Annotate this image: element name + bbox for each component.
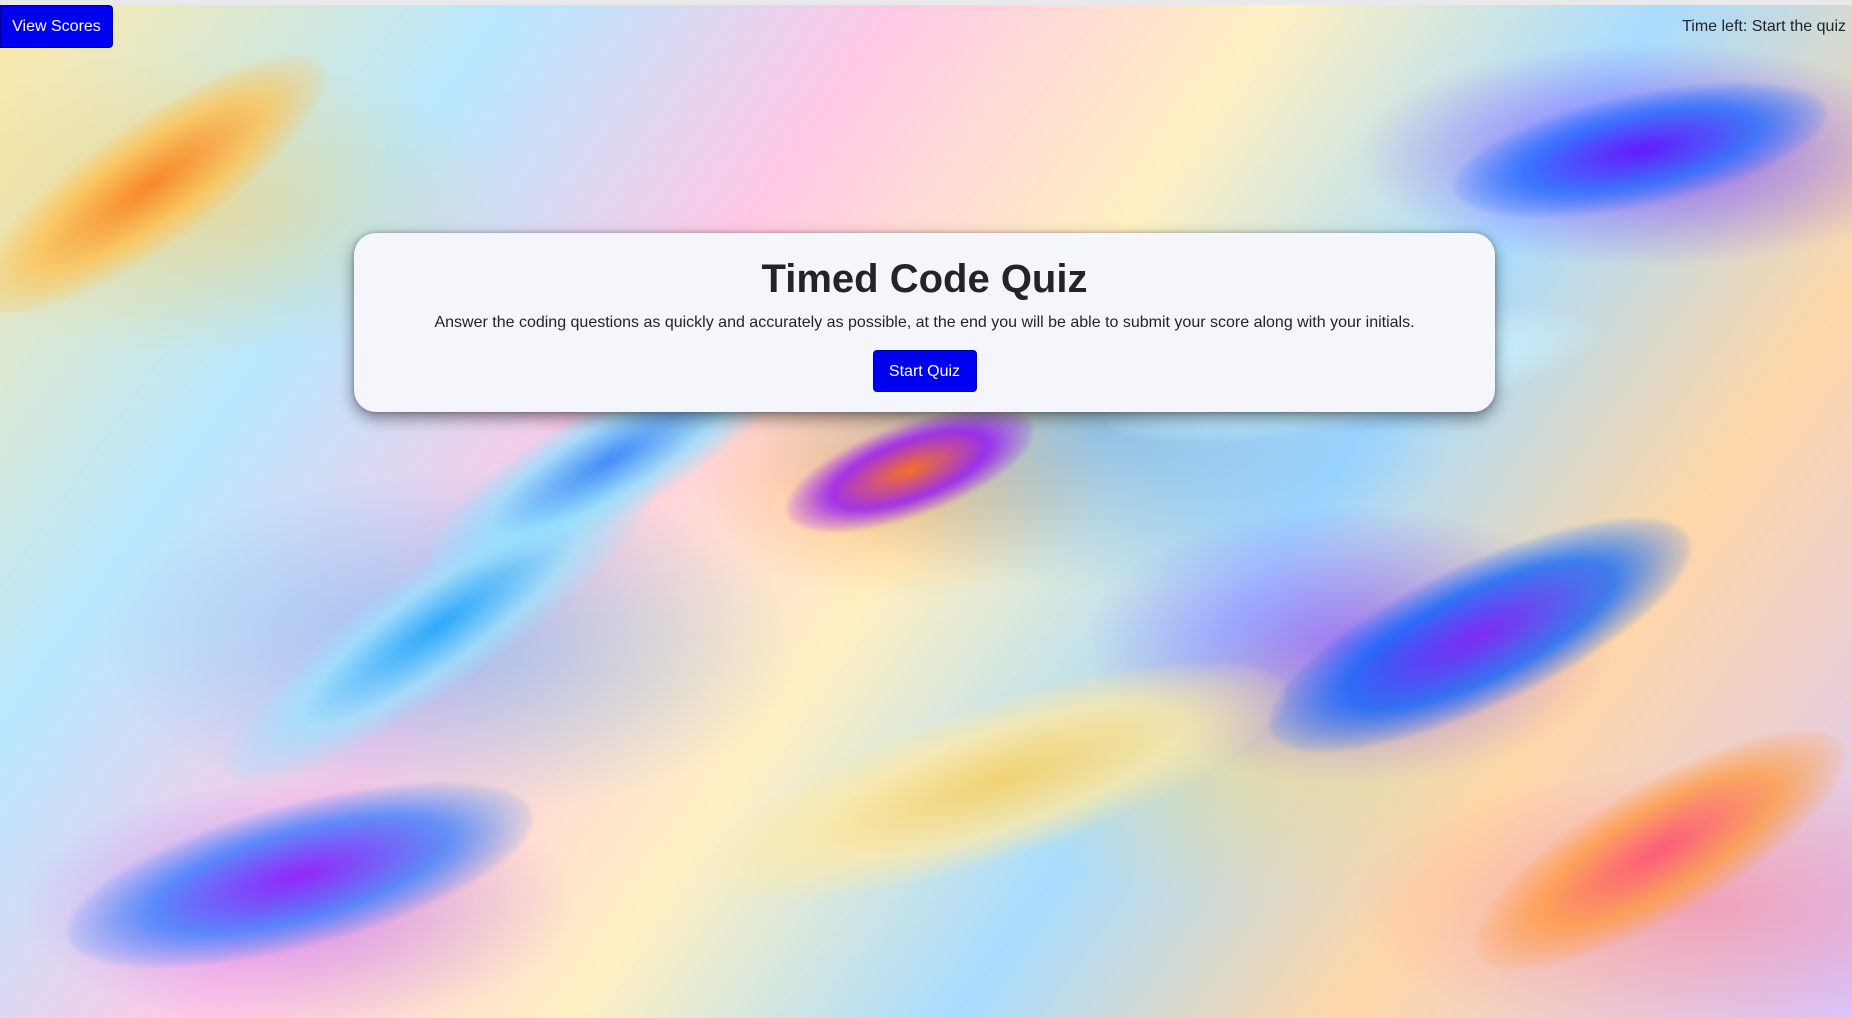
timer-status: Time left: Start the quiz (1682, 18, 1846, 35)
quiz-intro-card: Timed Code Quiz Answer the coding questi… (354, 233, 1495, 412)
view-scores-button[interactable]: View Scores (0, 5, 113, 48)
marbled-background-image (0, 5, 1852, 1018)
quiz-instructions: Answer the coding questions as quickly a… (434, 314, 1415, 331)
start-quiz-button[interactable]: Start Quiz (872, 350, 977, 392)
quiz-title: Timed Code Quiz (761, 257, 1088, 301)
